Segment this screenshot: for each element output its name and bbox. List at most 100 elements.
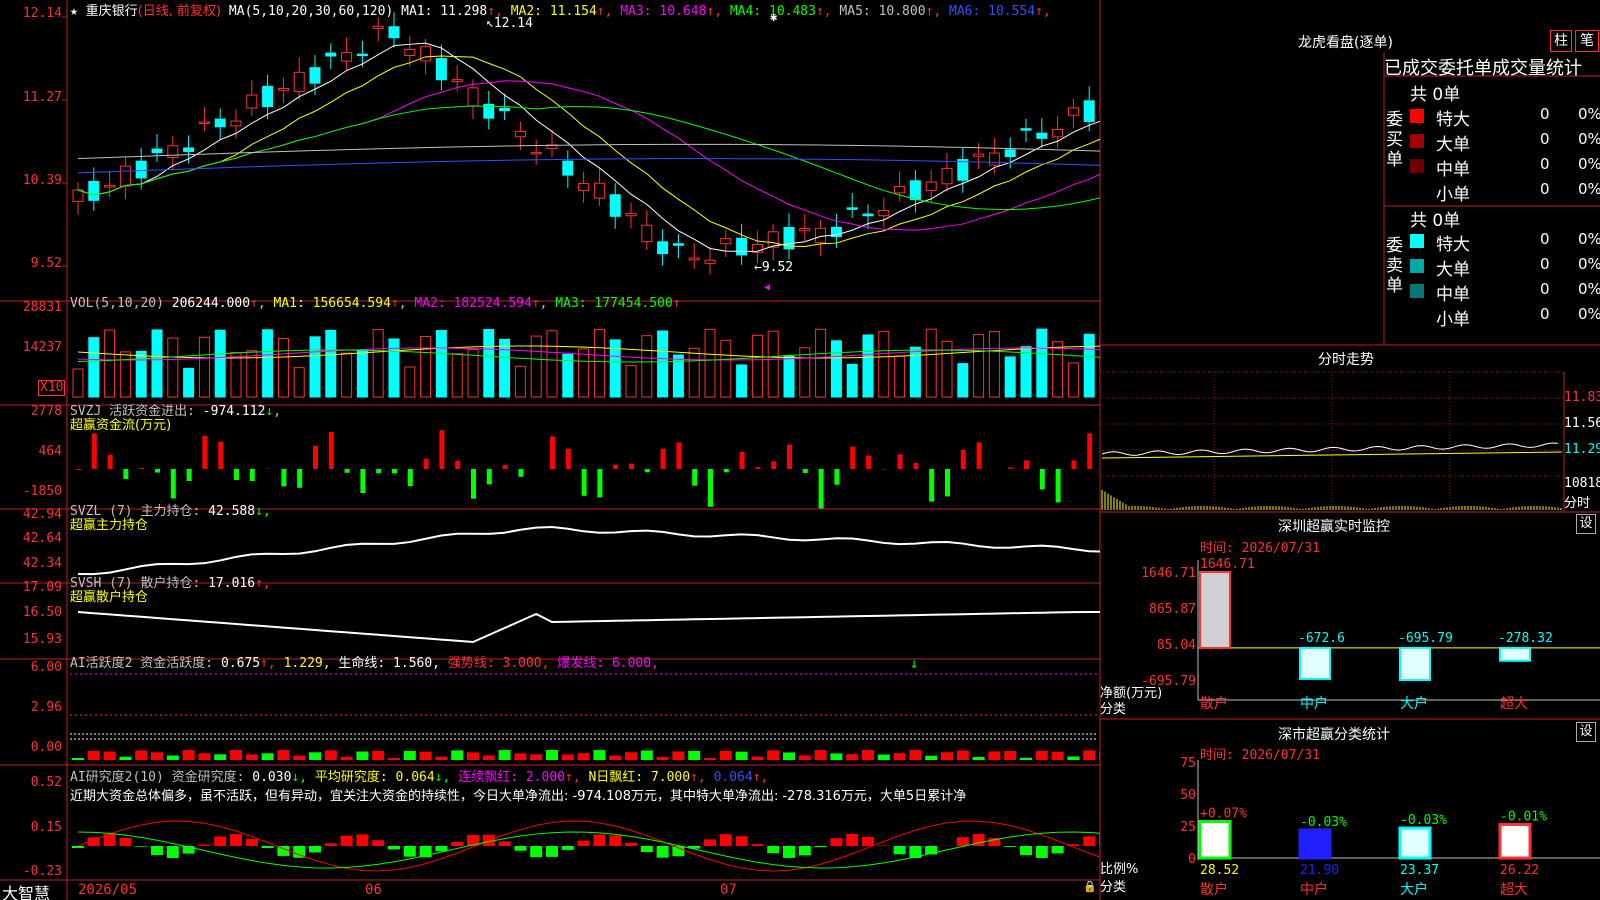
monitor-bar bbox=[1299, 646, 1331, 680]
monitor-settings-button[interactable]: 设 bbox=[1576, 514, 1596, 534]
svsh-subtitle: 超赢散户持仓 bbox=[70, 590, 149, 605]
svzj-y-tick: 464 bbox=[38, 444, 62, 459]
monitor-xlabel: 分类 bbox=[1100, 702, 1127, 717]
monitor-bar bbox=[1499, 646, 1531, 662]
swatch bbox=[1410, 309, 1424, 323]
monitor-y-tick: 85.04 bbox=[1157, 638, 1196, 653]
classify-settings-button[interactable]: 设 bbox=[1576, 722, 1596, 742]
star-icon[interactable]: ★ bbox=[70, 4, 78, 19]
ai2-y-tick: 0.52 bbox=[30, 775, 62, 790]
order-size-label: 特大 bbox=[1436, 235, 1470, 255]
brand-logo: 大智慧 bbox=[2, 884, 51, 900]
dragon-title: 龙虎看盘(逐单) bbox=[1298, 35, 1393, 51]
ai2-header: AI研究度2(10) 资金研究度: 0.030↓, 平均研究度: 0.064↓,… bbox=[70, 770, 769, 785]
cursor-marker-icon: ◀ bbox=[764, 282, 771, 293]
vol-y-tick: 28831 bbox=[22, 300, 62, 315]
ai1-y-tick: 2.96 bbox=[30, 700, 62, 715]
monitor-category: 超大 bbox=[1500, 696, 1528, 712]
monitor-bar-label: -672.6 bbox=[1298, 631, 1345, 646]
order-pct: 0% bbox=[1578, 155, 1600, 173]
vol-header: VOL(5,10,20) 206244.000↑, MA1: 156654.59… bbox=[70, 296, 681, 311]
order-count: 0 bbox=[1540, 305, 1550, 323]
ma-legend-item: MA5: 10.800↑, bbox=[831, 4, 942, 19]
classify-category: 超大 bbox=[1500, 882, 1528, 898]
order-size-label: 大单 bbox=[1436, 135, 1470, 155]
ai2-y-tick: -0.23 bbox=[22, 864, 62, 879]
monitor-title: 深圳超赢实时监控 bbox=[1278, 519, 1390, 535]
classify-y-tick: 25 bbox=[1180, 820, 1196, 835]
classify-bar bbox=[1198, 819, 1232, 860]
order-count: 0 bbox=[1540, 155, 1550, 173]
monitor-y-tick: 1646.71 bbox=[1141, 566, 1196, 581]
ai1-y-tick: 6.00 bbox=[30, 660, 62, 675]
order-row: 大单 0 0% bbox=[1410, 130, 1600, 155]
svzj-subtitle: 超赢资金流(万元) bbox=[70, 418, 172, 433]
order-row: 特大 0 0% bbox=[1410, 105, 1600, 130]
monitor-category: 散户 bbox=[1200, 695, 1228, 712]
order-row: 小单 0 0% bbox=[1410, 180, 1600, 205]
classify-value-label: 23.37 bbox=[1400, 863, 1439, 878]
order-row: 中单 0 0% bbox=[1410, 280, 1600, 305]
intraday-tick: 11.83 bbox=[1564, 390, 1600, 405]
intraday-tick: 10818 bbox=[1564, 476, 1600, 491]
x-axis-label: 2026/05 bbox=[78, 882, 138, 898]
order-pct: 0% bbox=[1578, 180, 1600, 198]
order-count: 0 bbox=[1540, 180, 1550, 198]
order-count: 0 bbox=[1540, 105, 1550, 123]
order-count: 0 bbox=[1540, 255, 1550, 273]
low-price-label: ←9.52 bbox=[754, 260, 794, 275]
asterisk-marker-icon: ✱ bbox=[770, 10, 778, 24]
classify-change-label: +0.07% bbox=[1200, 806, 1247, 821]
y-tick: 12.14 bbox=[22, 6, 62, 21]
order-size-label: 中单 bbox=[1436, 160, 1470, 180]
intraday-tick: 11.29 bbox=[1564, 442, 1600, 457]
classify-value-label: 28.52 bbox=[1200, 863, 1239, 878]
classify-bar bbox=[1498, 822, 1532, 860]
period-label[interactable]: (日线, 前复权) bbox=[138, 4, 221, 19]
monitor-y-tick: 865.87 bbox=[1149, 602, 1196, 617]
classify-title: 深市超赢分类统计 bbox=[1278, 727, 1390, 743]
classify-change-label: -0.01% bbox=[1500, 809, 1547, 824]
monitor-bar-label: -695.79 bbox=[1398, 631, 1453, 646]
classify-category: 大户 bbox=[1400, 881, 1428, 898]
ma-legend-item: MA6: 10.554↑, bbox=[941, 4, 1051, 19]
svzl-y-tick: 42.34 bbox=[22, 556, 62, 571]
vol-unit-badge[interactable]: X10 bbox=[38, 380, 66, 396]
intraday-tick: 11.56 bbox=[1564, 416, 1600, 431]
classify-value-label: 26.22 bbox=[1500, 863, 1539, 878]
monitor-bar bbox=[1199, 571, 1231, 649]
monitor-category: 中户 bbox=[1300, 695, 1328, 712]
monitor-category: 大户 bbox=[1400, 695, 1428, 712]
order-size-label: 大单 bbox=[1436, 260, 1470, 280]
y-tick: 11.27 bbox=[22, 90, 62, 105]
tick-mode-button[interactable]: 笔 bbox=[1575, 30, 1599, 52]
intraday-price-line bbox=[1101, 442, 1559, 456]
swatch bbox=[1410, 184, 1424, 198]
classify-y-tick: 0 bbox=[1188, 852, 1196, 867]
ai2-comment: 近期大资金总体偏多，虽不活跃，但有异动，宜关注大资金的持续性，今日大单净流出: … bbox=[70, 789, 967, 804]
svsh-y-tick: 16.50 bbox=[22, 605, 62, 620]
classify-category: 中户 bbox=[1300, 881, 1328, 898]
svzl-y-tick: 42.64 bbox=[22, 531, 62, 546]
classify-y-tick: 50 bbox=[1180, 788, 1196, 803]
svsh-y-tick: 15.93 bbox=[22, 632, 62, 647]
stock-name[interactable]: 重庆银行 bbox=[86, 4, 138, 19]
sell-side-label: 委卖单 bbox=[1386, 236, 1403, 296]
order-size-label: 小单 bbox=[1436, 185, 1470, 205]
svzl-subtitle: 超赢主力持仓 bbox=[70, 518, 149, 533]
ma-legend-item: MA3: 10.648↑, bbox=[612, 4, 723, 19]
kline-header: ★ 重庆银行(日线, 前复权) MA(5,10,20,30,60,120) MA… bbox=[70, 0, 1051, 19]
bar-mode-button[interactable]: 柱 bbox=[1550, 30, 1572, 52]
lock-icon[interactable]: 🔒 bbox=[1083, 880, 1097, 893]
order-row: 大单 0 0% bbox=[1410, 255, 1600, 280]
intraday-title: 分时走势 bbox=[1318, 352, 1374, 368]
order-pct: 0% bbox=[1578, 130, 1600, 148]
stat-title: 已成交委托单成交量统计 bbox=[1384, 58, 1582, 79]
monitor-bar-label: 1646.71 bbox=[1200, 557, 1255, 572]
sell-total: 共 0单 bbox=[1410, 211, 1461, 231]
side-panels: 1646.71 865.87 85.04 -695.79 1646.71 散户 -672.6… bbox=[1099, 371, 1600, 898]
order-size-label: 小单 bbox=[1436, 310, 1470, 330]
order-size-label: 特大 bbox=[1436, 110, 1470, 130]
svsh-y-tick: 17.09 bbox=[22, 580, 62, 595]
monitor-bar-label: -278.32 bbox=[1498, 631, 1553, 646]
